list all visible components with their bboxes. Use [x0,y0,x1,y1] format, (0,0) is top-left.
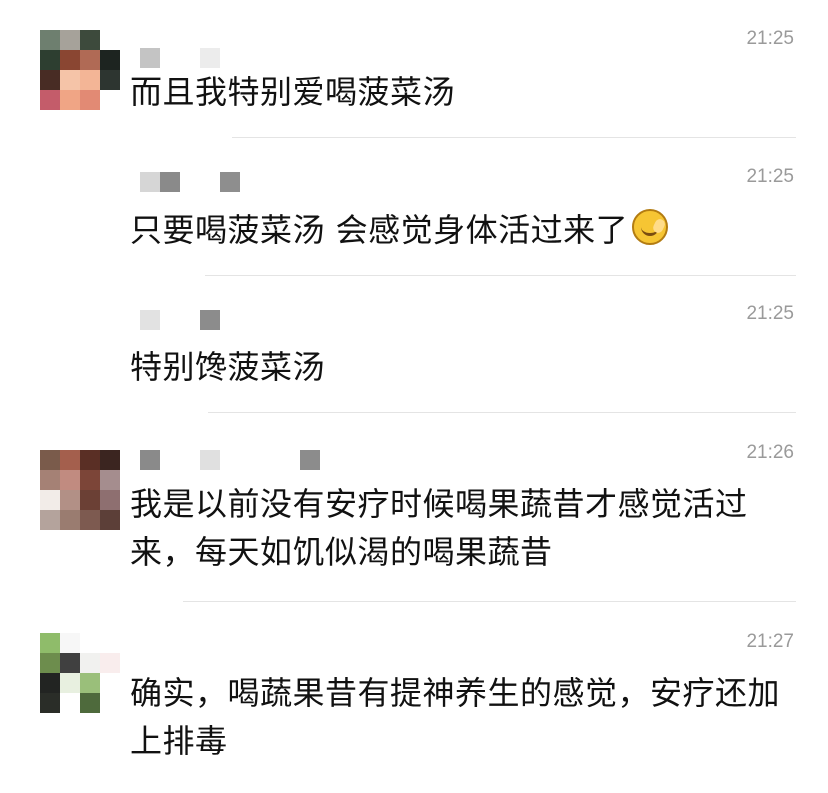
username-masked[interactable] [140,172,260,192]
avatar[interactable] [40,450,120,530]
divider [183,601,796,602]
comment-text: 而且我特别爱喝菠菜汤 [130,73,456,111]
username-masked[interactable] [140,310,240,330]
username-masked[interactable] [140,48,260,68]
comment-time: 21:26 [746,442,794,463]
divider [208,412,796,413]
avatar[interactable] [40,633,120,713]
comment-text: 特别馋菠菜汤 [130,348,326,386]
comment-time: 21:27 [746,631,794,652]
comment-time: 21:25 [746,166,794,187]
divider [205,275,796,276]
avatar[interactable] [40,30,120,110]
comment-item: 21:25 只要喝菠菜汤 会感觉身体活过来了 [0,140,828,277]
comment-time: 21:25 [746,28,794,49]
divider [232,137,796,138]
comment-item: 21:25 特别馋菠菜汤 [0,277,828,414]
comment-time: 21:25 [746,303,794,324]
comment-text: 确实，喝蔬果昔有提神养生的感觉，安疗还加上排毒 [130,674,781,760]
username-masked[interactable] [140,450,320,470]
comment-item: 21:25 而且我特别爱喝菠菜汤 [0,0,828,140]
comment-text-body: 只要喝菠菜汤 会感觉身体活过来了 [130,211,629,249]
comment-text: 只要喝菠菜汤 会感觉身体活过来了 [130,206,788,254]
comment-item: 21:27 确实，喝蔬果昔有提神养生的感觉，安疗还加上排毒 [0,603,828,793]
comment-item: 21:26 我是以前没有安疗时候喝果蔬昔才感觉活过来，每天如饥似渴的喝果蔬昔 [0,414,828,603]
comment-text: 我是以前没有安疗时候喝果蔬昔才感觉活过来，每天如饥似渴的喝果蔬昔 [130,485,748,571]
face-exhaling-icon [632,209,669,245]
